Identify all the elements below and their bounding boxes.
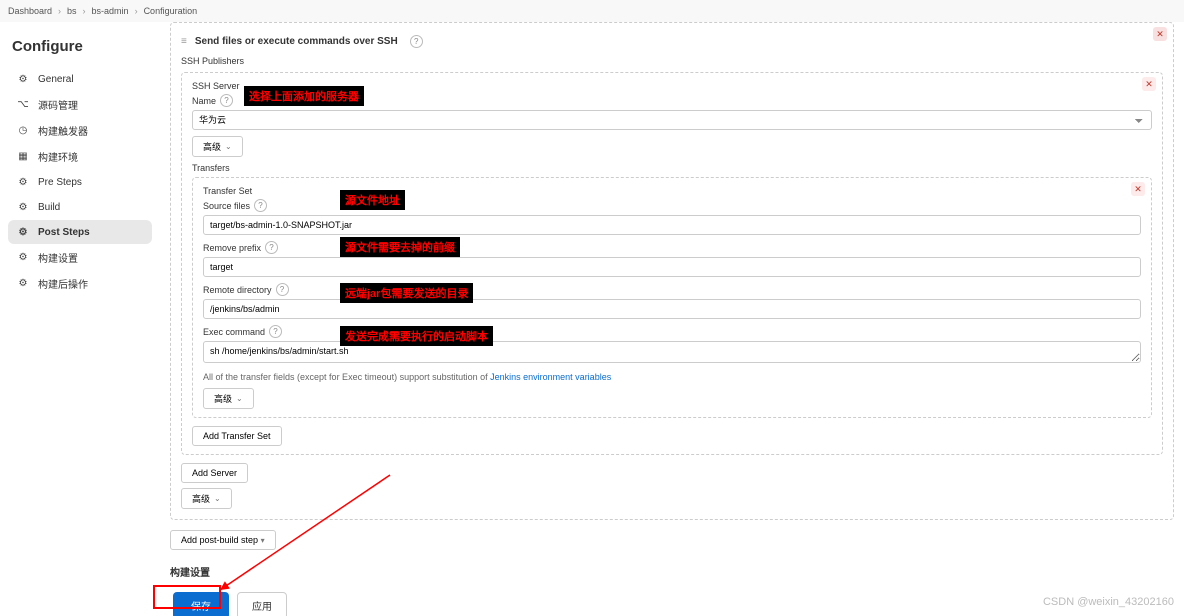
ssh-publishers-label: SSH Publishers — [181, 56, 1163, 66]
ssh-server-box: ✕ SSH Server Name ? 华为云 高级⌄ Transfers ✕ … — [181, 72, 1163, 455]
remove-prefix-label: Remove prefix — [203, 243, 261, 253]
ssh-server-advanced-button[interactable]: 高级⌄ — [192, 136, 243, 157]
save-button[interactable]: 保存 — [173, 592, 229, 616]
source-files-label: Source files — [203, 201, 250, 211]
transfer-set-advanced-button[interactable]: 高级⌄ — [203, 388, 254, 409]
ssh-server-select[interactable]: 华为云 — [192, 110, 1152, 130]
drag-handle-icon[interactable]: ≡ — [181, 36, 187, 47]
sidebar-item-post-build[interactable]: ⚙构建后操作 — [8, 271, 152, 296]
add-post-build-step-button[interactable]: Add post-build step ▾ — [170, 530, 276, 550]
chevron-down-icon: ⌄ — [236, 394, 243, 403]
remove-transfer-set-button[interactable]: ✕ — [1131, 182, 1145, 196]
apply-button[interactable]: 应用 — [237, 592, 287, 616]
exec-cmd-textarea[interactable]: sh /home/jenkins/bs/admin/start.sh — [203, 341, 1141, 363]
content: ✕ ≡ Send files or execute commands over … — [160, 22, 1184, 616]
sidebar-item-scm[interactable]: ⌥源码管理 — [8, 92, 152, 117]
exec-cmd-label: Exec command — [203, 327, 265, 337]
crumb-configuration[interactable]: Configuration — [144, 6, 198, 16]
gear-icon: ⚙ — [16, 277, 30, 291]
help-icon[interactable]: ? — [265, 241, 278, 254]
gear-icon: ⚙ — [16, 72, 30, 86]
remote-dir-label: Remote directory — [203, 285, 272, 295]
ssh-section-title: Send files or execute commands over SSH — [195, 36, 398, 47]
sidebar-item-general[interactable]: ⚙General — [8, 67, 152, 91]
crumb-bs-admin[interactable]: bs-admin — [92, 6, 129, 16]
chevron-down-icon: ⌄ — [225, 142, 232, 151]
gear-icon: ⚙ — [16, 175, 30, 189]
crumb-dashboard[interactable]: Dashboard — [8, 6, 52, 16]
ssh-panel: ✕ ≡ Send files or execute commands over … — [170, 22, 1174, 520]
watermark: CSDN @weixin_43202160 — [1043, 596, 1174, 608]
clock-icon: ◷ — [16, 124, 30, 138]
build-settings-heading: 构建设置 — [170, 564, 1174, 579]
sidebar: Configure ⚙General ⌥源码管理 ◷构建触发器 ▦构建环境 ⚙P… — [0, 22, 160, 616]
help-icon[interactable]: ? — [254, 199, 267, 212]
grid-icon: ▦ — [16, 150, 30, 164]
configure-title: Configure — [8, 32, 152, 67]
add-transfer-set-button[interactable]: Add Transfer Set — [192, 426, 282, 446]
ssh-server-heading: SSH Server — [192, 81, 1152, 91]
branch-icon: ⌥ — [16, 98, 30, 112]
ssh-publishers-advanced-button[interactable]: 高级⌄ — [181, 488, 232, 509]
sidebar-item-post-steps[interactable]: ⚙Post Steps — [8, 220, 152, 244]
sidebar-item-env[interactable]: ▦构建环境 — [8, 144, 152, 169]
sidebar-item-build-settings[interactable]: ⚙构建设置 — [8, 245, 152, 270]
substitution-note: All of the transfer fields (except for E… — [203, 372, 1141, 382]
transfers-label: Transfers — [192, 163, 1152, 173]
sidebar-item-build[interactable]: ⚙Build — [8, 195, 152, 219]
remove-ssh-server-button[interactable]: ✕ — [1142, 77, 1156, 91]
sidebar-item-pre-steps[interactable]: ⚙Pre Steps — [8, 170, 152, 194]
help-icon[interactable]: ? — [269, 325, 282, 338]
help-icon[interactable]: ? — [410, 35, 423, 48]
gear-icon: ⚙ — [16, 200, 30, 214]
transfer-set-label: Transfer Set — [203, 186, 1141, 196]
help-icon[interactable]: ? — [220, 94, 233, 107]
chevron-down-icon: ▾ — [261, 536, 265, 545]
gear-icon: ⚙ — [16, 251, 30, 265]
env-vars-link[interactable]: Jenkins environment variables — [490, 372, 611, 382]
help-icon[interactable]: ? — [276, 283, 289, 296]
bottom-bar: 保存 应用 — [170, 587, 1174, 616]
remove-prefix-input[interactable] — [203, 257, 1141, 277]
sidebar-item-triggers[interactable]: ◷构建触发器 — [8, 118, 152, 143]
crumb-bs[interactable]: bs — [67, 6, 77, 16]
breadcrumb: Dashboard› bs› bs-admin› Configuration — [0, 0, 1184, 22]
remove-ssh-step-button[interactable]: ✕ — [1153, 27, 1167, 41]
add-server-button[interactable]: Add Server — [181, 463, 248, 483]
gear-icon: ⚙ — [16, 225, 30, 239]
transfer-set-box: ✕ Transfer Set Source files? Remove pref… — [192, 177, 1152, 418]
name-label: Name — [192, 96, 216, 106]
chevron-down-icon: ⌄ — [214, 494, 221, 503]
source-files-input[interactable] — [203, 215, 1141, 235]
remote-dir-input[interactable] — [203, 299, 1141, 319]
